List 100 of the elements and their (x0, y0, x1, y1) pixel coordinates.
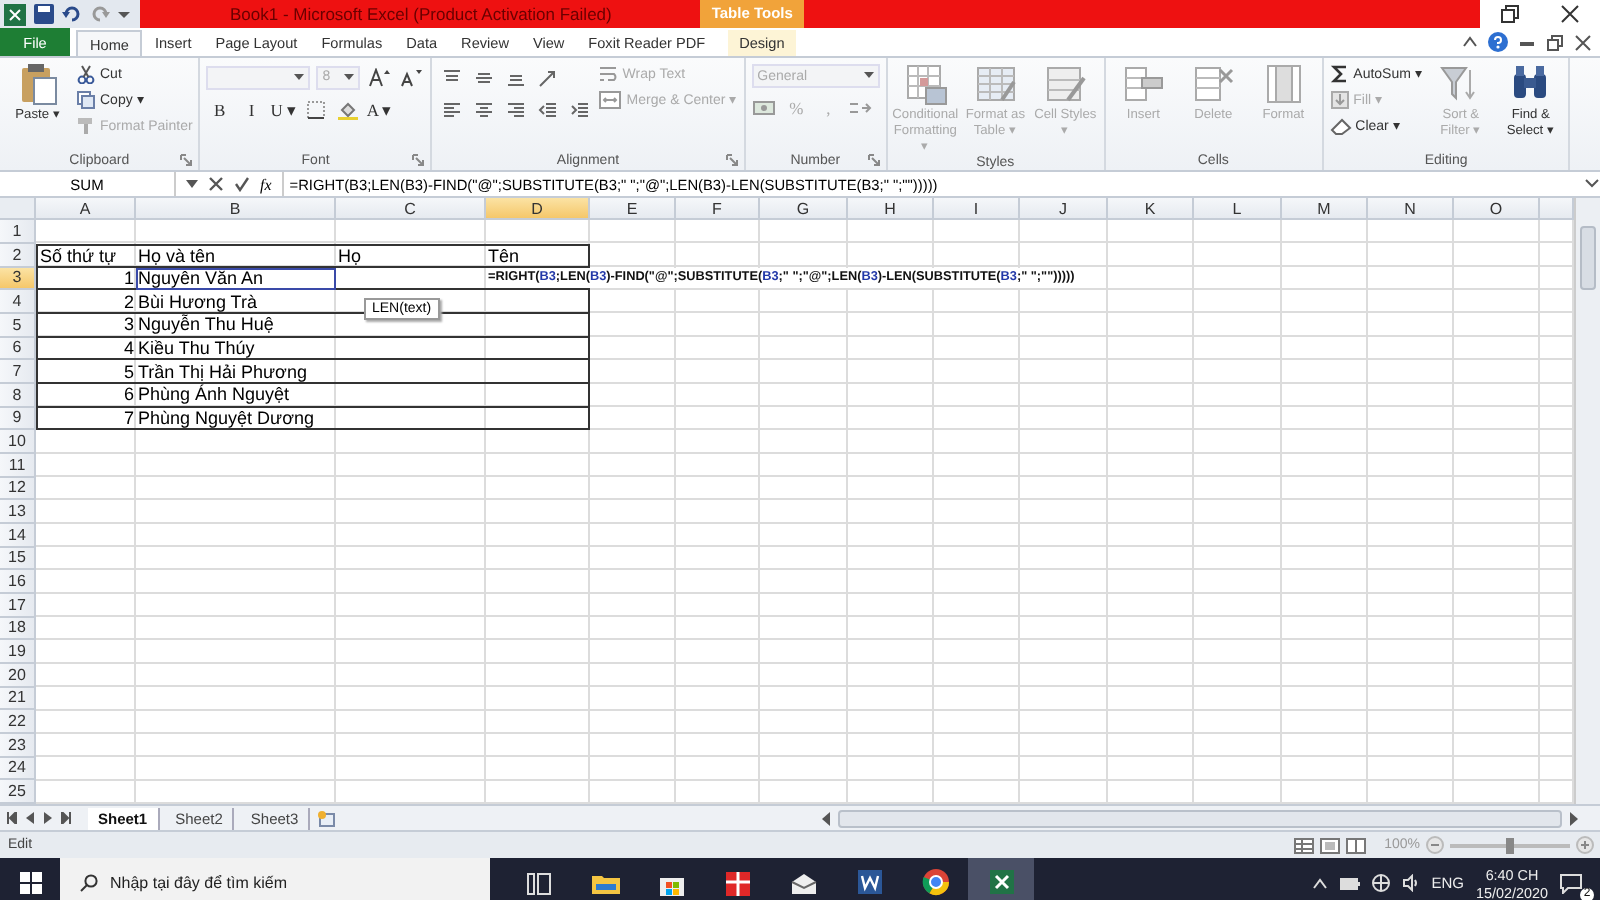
new-sheet-icon[interactable] (316, 809, 337, 827)
horizontal-scrollbar[interactable] (820, 808, 1580, 828)
row-header[interactable]: 25 (0, 780, 36, 804)
column-header[interactable]: G (760, 198, 848, 220)
ribbon-button[interactable] (366, 64, 393, 90)
column-header[interactable]: O (1454, 198, 1540, 220)
restore-icon[interactable] (1500, 4, 1520, 24)
help-icon[interactable] (1488, 32, 1508, 52)
row-header[interactable]: 11 (0, 454, 36, 478)
launcher-icon[interactable] (725, 154, 738, 166)
table-cell: Phùng Ánh Nguyệt (136, 384, 336, 408)
row-header[interactable]: 22 (0, 710, 36, 734)
scroll-left-icon[interactable] (820, 811, 832, 825)
column-header[interactable]: C (336, 198, 486, 220)
table-cell: Nguyễn Văn An (136, 267, 336, 291)
column-header[interactable]: E (590, 198, 676, 220)
row-header[interactable]: 24 (0, 757, 36, 781)
caret-icon[interactable] (1462, 34, 1478, 50)
row-header[interactable]: 14 (0, 524, 36, 548)
decimal-icon (848, 97, 873, 117)
row-header[interactable]: 13 (0, 500, 36, 524)
row-header[interactable]: 9 (0, 407, 36, 431)
page-break-icon[interactable] (1346, 837, 1367, 853)
row-header[interactable]: 5 (0, 314, 36, 338)
column-header[interactable]: N (1368, 198, 1454, 220)
ribbon-button[interactable]: A ▾ (366, 96, 393, 122)
close-icon[interactable] (1560, 4, 1580, 24)
check-icon[interactable] (234, 176, 250, 192)
indent-icon (569, 99, 590, 119)
paint-bucket-icon (337, 99, 358, 119)
page-layout-icon[interactable] (1320, 837, 1341, 853)
column-header[interactable]: L (1194, 198, 1282, 220)
vertical-scrollbar[interactable] (1574, 198, 1600, 804)
row-header[interactable]: 12 (0, 477, 36, 501)
last-sheet-icon[interactable] (60, 812, 72, 824)
row-header[interactable]: 7 (0, 360, 36, 384)
table-brush-icon (1043, 62, 1088, 106)
row-header[interactable]: 8 (0, 384, 36, 408)
align-middle-icon (473, 67, 494, 87)
row-header[interactable]: 20 (0, 664, 36, 688)
scroll-right-icon[interactable] (1568, 811, 1580, 825)
row-header[interactable]: 23 (0, 734, 36, 758)
row-header[interactable]: 2 (0, 243, 36, 268)
ribbon-button[interactable] (398, 64, 425, 90)
spreadsheet-icon[interactable] (4, 3, 26, 25)
globe-icon[interactable] (1371, 874, 1390, 892)
row-header[interactable]: 3 (0, 267, 36, 291)
cancel-icon[interactable] (208, 176, 224, 192)
row-header[interactable]: 18 (0, 617, 36, 641)
ribbon-button[interactable]: I (238, 96, 265, 122)
ribbon-button[interactable]: U ▾ (270, 96, 297, 122)
undo-icon[interactable] (62, 4, 82, 24)
columns-icon (1261, 62, 1306, 106)
row-header[interactable]: 16 (0, 570, 36, 594)
align-left-icon (441, 99, 462, 119)
insert-function-button[interactable]: fx (260, 175, 272, 193)
launcher-icon[interactable] (412, 154, 425, 166)
zoom-out-icon[interactable] (1426, 836, 1444, 854)
chevron-up-icon[interactable] (1311, 877, 1328, 889)
previous-sheet-icon[interactable] (24, 812, 36, 824)
battery-icon[interactable] (1339, 877, 1360, 889)
next-sheet-icon[interactable] (42, 812, 54, 824)
expand-icon[interactable] (1584, 176, 1600, 192)
row-header[interactable]: 17 (0, 594, 36, 618)
row-header[interactable]: 6 (0, 337, 36, 361)
align-top-icon (441, 67, 462, 87)
ribbon-button[interactable]: B (206, 96, 233, 122)
grid-icon (903, 62, 948, 106)
save-icon[interactable] (34, 4, 54, 24)
speaker-icon[interactable] (1401, 874, 1420, 892)
normal-view-icon[interactable] (1294, 837, 1315, 853)
column-header[interactable]: B (136, 198, 336, 220)
column-header[interactable]: F (676, 198, 760, 220)
zoom-in-icon[interactable] (1576, 836, 1594, 854)
launcher-icon[interactable] (867, 154, 880, 166)
row-header[interactable]: 15 (0, 547, 36, 571)
taskbar-app[interactable] (968, 858, 1034, 900)
close-icon[interactable] (1574, 33, 1592, 51)
caret-icon[interactable] (186, 179, 198, 189)
ribbon-button[interactable] (302, 96, 329, 122)
first-sheet-icon[interactable] (6, 812, 18, 824)
table-cell: Nguyễn Thu Huệ (136, 314, 336, 338)
column-header[interactable]: A (36, 198, 136, 220)
column-header[interactable]: D (486, 198, 590, 220)
row-header[interactable]: 10 (0, 430, 36, 454)
column-header[interactable]: H (848, 198, 934, 220)
restore-icon[interactable] (1546, 33, 1564, 51)
row-header[interactable]: 1 (0, 220, 36, 244)
column-header[interactable]: K (1108, 198, 1194, 220)
column-header[interactable]: I (934, 198, 1020, 220)
column-header[interactable]: M (1282, 198, 1368, 220)
table-cell: Phùng Nguyệt Dương (136, 407, 336, 431)
row-header[interactable]: 4 (0, 290, 36, 314)
row-header[interactable]: 19 (0, 640, 36, 664)
column-header[interactable]: J (1020, 198, 1108, 220)
caret-icon[interactable] (118, 8, 130, 20)
row-header[interactable]: 21 (0, 687, 36, 711)
table-cell: 2 (36, 290, 136, 314)
search-field[interactable]: Nhập tại đây để tìm kiếm (60, 858, 490, 900)
launcher-icon[interactable] (180, 154, 193, 166)
